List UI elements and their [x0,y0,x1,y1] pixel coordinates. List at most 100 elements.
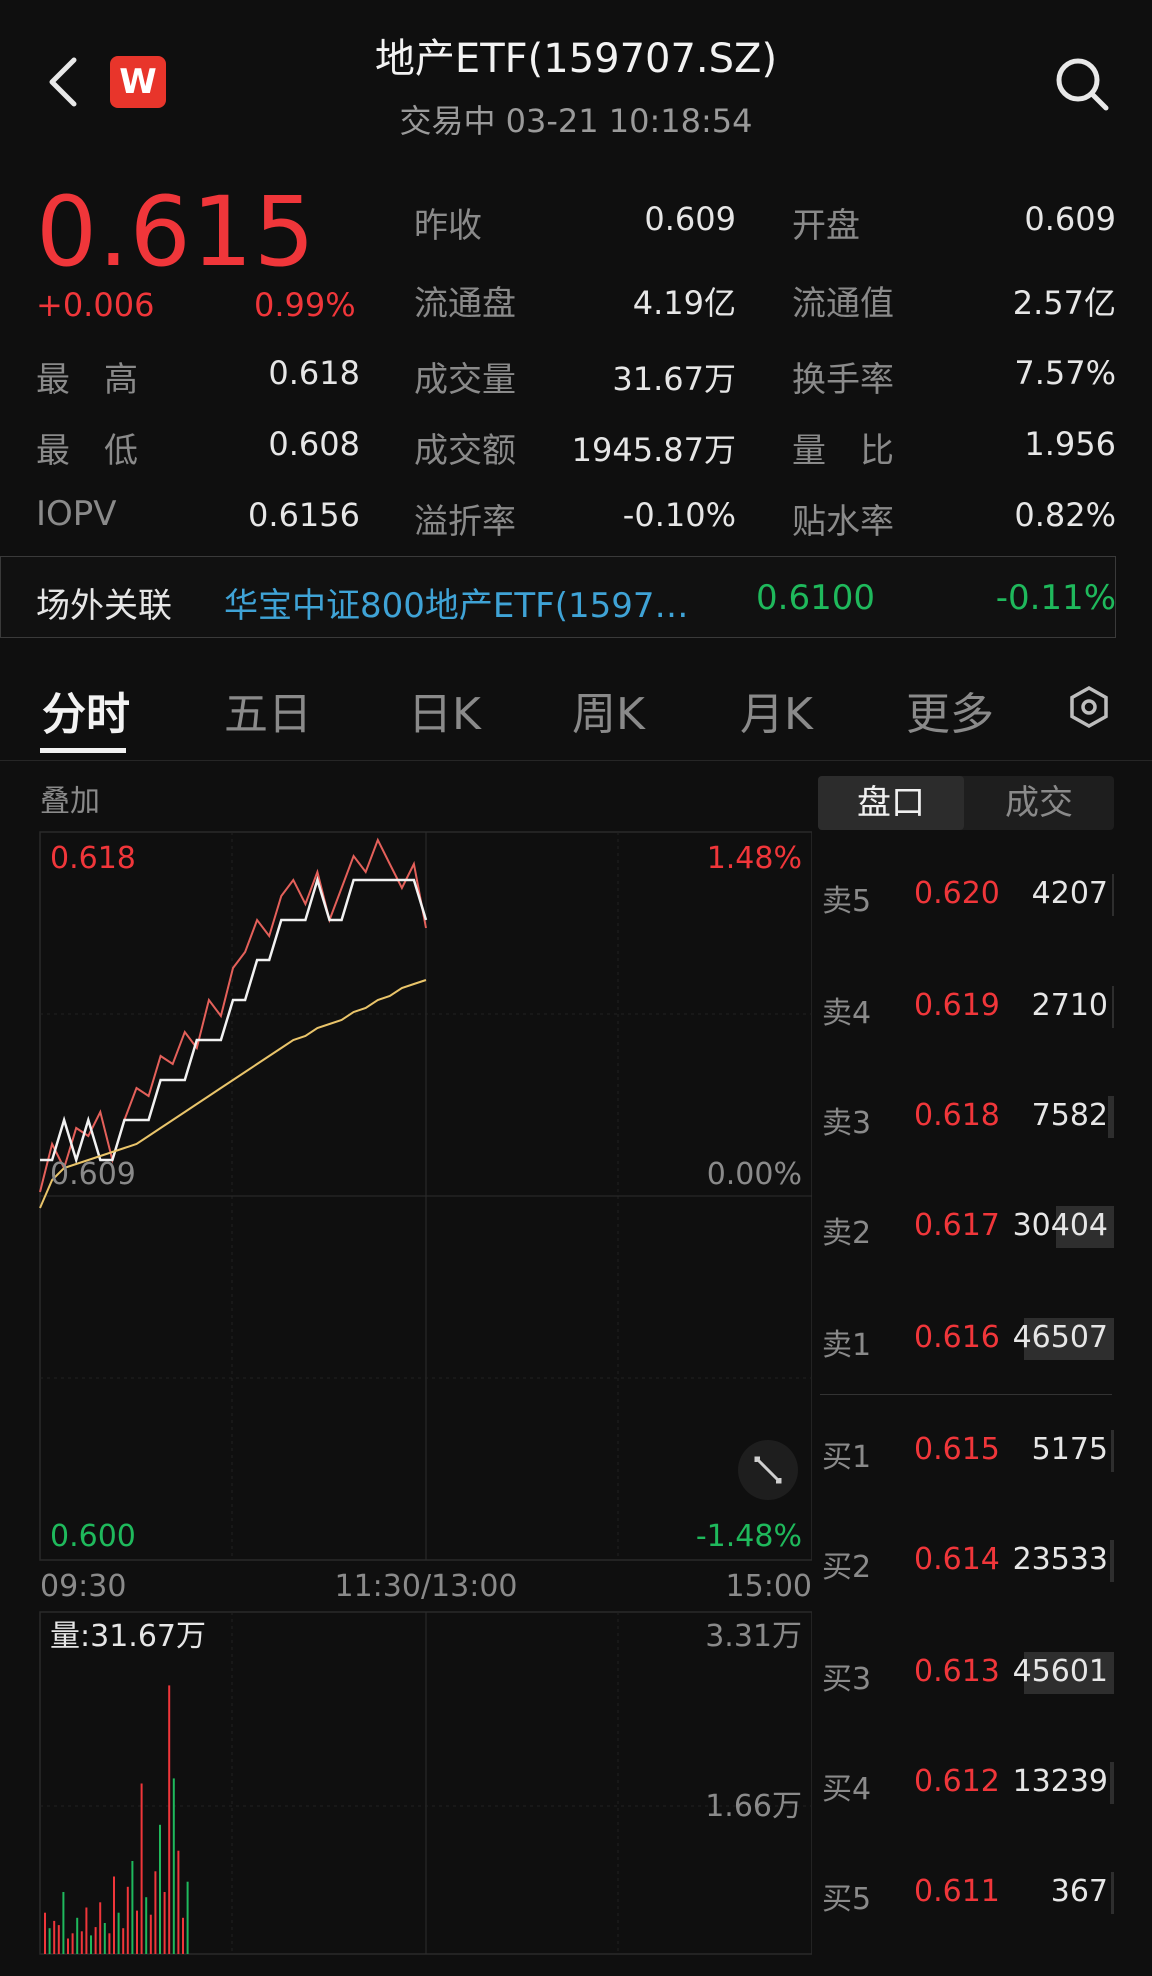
orderbook-price: 0.617 [914,1208,1000,1243]
tab-monthly-k[interactable]: 月K [740,678,813,742]
discount-rate-value: 0.82% [1014,496,1116,534]
settings-hexagon-icon [1070,685,1108,729]
volume-label: 量:31.67万 [50,1619,206,1654]
orderbook-price: 0.620 [914,876,1000,911]
volume-bar [177,1850,180,1954]
orderbook-volume: 367 [1050,1874,1108,1909]
volume-bar [126,1886,129,1954]
orderbook-volume: 45601 [1012,1654,1108,1689]
time-mid-label: 11:30/13:00 [334,1569,517,1604]
divider [0,760,1152,761]
orderbook-level-label: 买3 [822,1662,872,1697]
tab-weekly-k[interactable]: 周K [572,678,645,742]
iopv-value: 0.6156 [248,496,360,534]
orderbook-price: 0.615 [914,1432,1000,1467]
float-shares-label: 流通盘 [414,284,516,324]
search-button[interactable] [1052,54,1112,114]
turnover-amount-label: 成交额 [414,431,516,471]
orderbook-volume: 4207 [1031,876,1108,911]
prev-close-label: 昨收 [414,206,482,246]
orderbook-volume: 2710 [1031,988,1108,1023]
open-label: 开盘 [792,206,860,246]
volume-bar [53,1920,56,1954]
orderbook-divider [820,1394,1112,1395]
ask-row-3[interactable]: 卖3 0.618 7582 [818,1096,1114,1141]
page-title: 地产ETF(159707.SZ) [374,36,778,82]
orderbook-volume: 30404 [1012,1208,1108,1243]
overlay-button[interactable]: 叠加 [40,776,100,820]
related-fund-change: -0.11% [995,578,1116,618]
prev-close-value: 0.609 [644,200,736,238]
orderbook-price: 0.611 [914,1874,1000,1909]
orderbook-price: 0.618 [914,1098,1000,1133]
volume-bar [168,1685,171,1954]
expand-icon [738,1440,798,1500]
orderbook-volume-bar [1110,1540,1114,1582]
volume-bar [62,1892,65,1954]
time-end-label: 15:00 [726,1569,812,1604]
bid-row-3[interactable]: 买3 0.613 45601 [818,1652,1114,1697]
volume-bar [136,1910,138,1954]
tab-daily-k[interactable]: 日K [408,678,481,742]
turnover-rate-label: 换手率 [792,360,894,400]
premium-rate-label: 溢折率 [414,502,516,542]
low-value: 0.608 [268,425,360,463]
bid-row-2[interactable]: 买2 0.614 23533 [818,1540,1114,1585]
ask-row-1[interactable]: 卖1 0.616 46507 [818,1318,1114,1363]
intraday-chart[interactable]: 0.618 1.48% 0.609 0.00% 0.600 -1.48% 09:… [0,820,812,1976]
orderbook-volume-bar [1111,1872,1114,1914]
tab-orderbook[interactable]: 盘口 [818,776,964,830]
orderbook-volume: 46507 [1012,1320,1108,1355]
float-value-label: 流通值 [792,284,894,324]
high-value: 0.618 [268,354,360,392]
float-value-value: 2.57亿 [1012,284,1116,322]
orderbook-volume-bar [1108,1096,1114,1138]
volume-bar [182,1917,184,1954]
orderbook-level-label: 卖5 [822,884,872,919]
volume-ratio-value: 1.956 [1024,425,1116,463]
bid-row-4[interactable]: 买4 0.612 13239 [818,1762,1114,1807]
volume-bar [149,1914,152,1954]
volume-bar [94,1927,97,1954]
search-icon [1056,58,1109,111]
related-fund-price: 0.6100 [756,578,875,618]
volume-bar [122,1928,125,1954]
ask-row-4[interactable]: 卖4 0.619 2710 [818,986,1114,1031]
orderbook-price: 0.613 [914,1654,1000,1689]
tab-trades[interactable]: 成交 [966,776,1112,830]
volume-bar [85,1907,88,1954]
pct-high-label: 1.48% [707,841,802,876]
orderbook-level-label: 卖2 [822,1216,872,1251]
volume-bar [113,1876,115,1954]
orderbook-level-label: 买4 [822,1772,872,1807]
related-fund-name[interactable]: 华宝中证800地产ETF(1597… [224,578,734,627]
orderbook-volume-bar [1112,986,1114,1028]
volume-bar [71,1933,74,1954]
ask-row-5[interactable]: 卖5 0.620 4207 [818,874,1114,919]
chart-settings-button[interactable] [1066,684,1112,730]
volume-bar [76,1917,79,1954]
ask-row-2[interactable]: 卖2 0.617 30404 [818,1206,1114,1251]
volume-bar [163,1892,166,1954]
tab-five-day[interactable]: 五日 [224,678,312,742]
bid-row-1[interactable]: 买1 0.615 5175 [818,1430,1114,1475]
trading-status: 交易中 03-21 10:18:54 [399,102,753,140]
tab-more[interactable]: 更多 [906,678,994,742]
bid-row-5[interactable]: 买5 0.611 367 [818,1872,1114,1917]
active-tab-indicator [40,748,126,753]
time-start-label: 09:30 [40,1569,126,1604]
volume-bar [57,1925,60,1954]
iopv-label: IOPV [36,494,117,534]
float-shares-value: 4.19亿 [632,284,736,322]
orderbook-level-label: 卖1 [822,1328,872,1363]
iopv-line [39,837,427,1193]
volume-bar [67,1938,69,1954]
orderbook-level-label: 买5 [822,1882,872,1917]
volume-bar [99,1902,102,1954]
volume-bar [103,1923,106,1954]
price-change-percent: 0.99% [254,286,356,324]
volume-bar [172,1778,175,1954]
orderbook-level-label: 卖4 [822,996,872,1031]
tab-intraday[interactable]: 分时 [42,678,130,742]
volume-bar [140,1783,143,1954]
